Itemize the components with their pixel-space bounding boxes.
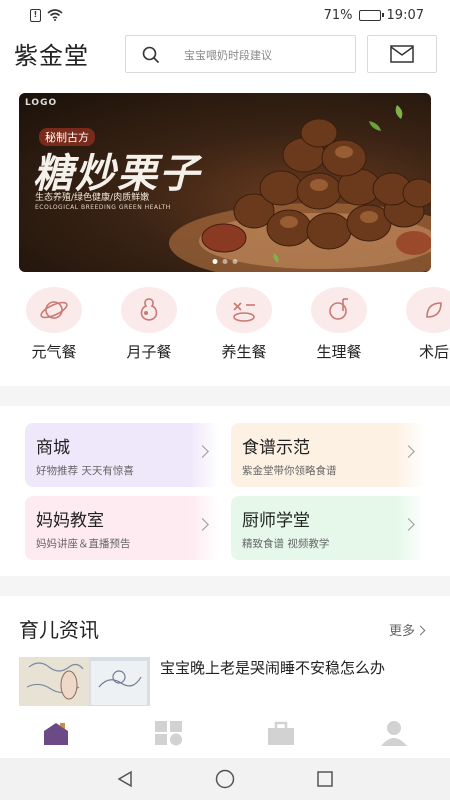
card-subtitle: 精致食谱 视频教学 xyxy=(242,538,330,550)
system-nav-bar xyxy=(0,758,450,800)
message-button[interactable] xyxy=(367,35,437,73)
card-title: 商城 xyxy=(36,438,70,458)
grid-icon xyxy=(155,721,182,746)
nav-shop[interactable] xyxy=(261,718,301,748)
nav-profile[interactable] xyxy=(374,718,414,748)
card-recipe-demo[interactable]: 食谱示范 紫金堂带你领略食谱 xyxy=(231,423,425,487)
system-home-button[interactable] xyxy=(214,769,236,789)
card-title: 妈妈教室 xyxy=(36,511,104,531)
news-more-link[interactable]: 更多 xyxy=(389,620,426,639)
category-yuanqi[interactable]: 元气餐 xyxy=(14,287,94,362)
category-label: 术后 xyxy=(418,343,449,361)
category-icon-bg xyxy=(311,287,367,333)
status-bar: ! 71% 19:07 xyxy=(0,0,450,30)
gourd-icon xyxy=(140,298,158,321)
clock: 19:07 xyxy=(386,7,424,23)
category-icon-bg xyxy=(121,287,177,333)
carousel-dot xyxy=(232,259,238,264)
carousel-dots xyxy=(212,259,238,264)
category-shengli[interactable]: 生理餐 xyxy=(299,287,379,362)
shopping-bag-icon xyxy=(268,721,294,745)
battery-icon xyxy=(358,9,384,21)
card-mall[interactable]: 商城 好物推荐 天天有惊喜 xyxy=(25,423,219,487)
card-title: 食谱示范 xyxy=(242,438,310,458)
news-thumbnail[interactable] xyxy=(19,657,150,707)
category-label: 月子餐 xyxy=(126,343,172,361)
battery-percent: 71% xyxy=(323,7,353,23)
cutlery-icon xyxy=(233,302,255,322)
search-input[interactable]: 宝宝喂奶时段建议 xyxy=(125,35,356,73)
card-subtitle: 紫金堂带你领略食谱 xyxy=(242,465,337,477)
search-placeholder: 宝宝喂奶时段建议 xyxy=(184,49,272,62)
category-icon-bg xyxy=(216,287,272,333)
system-back-button[interactable] xyxy=(114,769,136,789)
card-subtitle: 好物推荐 天天有惊喜 xyxy=(36,465,134,477)
carousel-dot xyxy=(222,259,228,264)
home-icon xyxy=(44,723,68,745)
news-section-title: 育儿资讯 xyxy=(19,618,99,642)
more-label: 更多 xyxy=(389,624,416,639)
category-shuhou[interactable]: 术后 xyxy=(394,287,450,362)
planet-icon xyxy=(40,301,68,319)
section-divider xyxy=(0,576,450,596)
system-recents-button[interactable] xyxy=(314,769,336,789)
status-right: 71% 19:07 xyxy=(324,8,424,23)
category-label: 养生餐 xyxy=(221,343,267,361)
bottom-nav xyxy=(0,706,450,758)
banner-subtitle: 生态养殖/绿色健康/肉质鲜嫩 xyxy=(35,193,150,203)
leaf-icon xyxy=(426,302,442,318)
header: 紫金堂 宝宝喂奶时段建议 xyxy=(0,33,450,75)
user-icon xyxy=(381,721,407,746)
status-left: ! xyxy=(30,8,63,22)
category-row: 元气餐 月子餐 养生餐 生理餐 术后 xyxy=(0,287,450,371)
nav-category[interactable] xyxy=(149,718,189,748)
card-mom-classroom[interactable]: 妈妈教室 妈妈讲座＆直播预告 xyxy=(25,496,219,560)
news-item-title[interactable]: 宝宝晚上老是哭闹睡不安稳怎么办 xyxy=(160,657,385,678)
banner-logo: LOGO xyxy=(25,98,58,108)
category-icon-bg xyxy=(406,287,450,333)
wifi-icon xyxy=(47,9,63,21)
section-divider xyxy=(0,386,450,406)
home-circle-icon xyxy=(215,769,235,789)
card-chef-school[interactable]: 厨师学堂 精致食谱 视频教学 xyxy=(231,496,425,560)
female-icon xyxy=(329,298,348,320)
recents-square-icon xyxy=(317,771,333,787)
category-yuezi[interactable]: 月子餐 xyxy=(109,287,189,362)
category-label: 元气餐 xyxy=(31,343,77,361)
nav-home[interactable] xyxy=(36,718,76,748)
sim-alert-icon: ! xyxy=(30,8,41,22)
card-subtitle: 妈妈讲座＆直播预告 xyxy=(36,538,131,550)
news-image xyxy=(19,657,150,707)
search-icon xyxy=(142,46,160,64)
category-label: 生理餐 xyxy=(316,343,362,361)
category-yangsheng[interactable]: 养生餐 xyxy=(204,287,284,362)
promo-banner[interactable]: LOGO 秘制古方 糖炒栗子 生态养殖/绿色健康/肉质鲜嫩 ECOLOGICAL… xyxy=(19,93,431,272)
chevron-right-icon xyxy=(415,625,426,636)
banner-subtitle-en: ECOLOGICAL BREEDING GREEN HEALTH xyxy=(35,204,171,211)
card-title: 厨师学堂 xyxy=(242,511,310,531)
app-title: 紫金堂 xyxy=(14,42,89,70)
category-icon-bg xyxy=(26,287,82,333)
carousel-dot xyxy=(212,259,218,264)
mail-icon xyxy=(390,45,414,63)
back-triangle-icon xyxy=(117,770,132,788)
